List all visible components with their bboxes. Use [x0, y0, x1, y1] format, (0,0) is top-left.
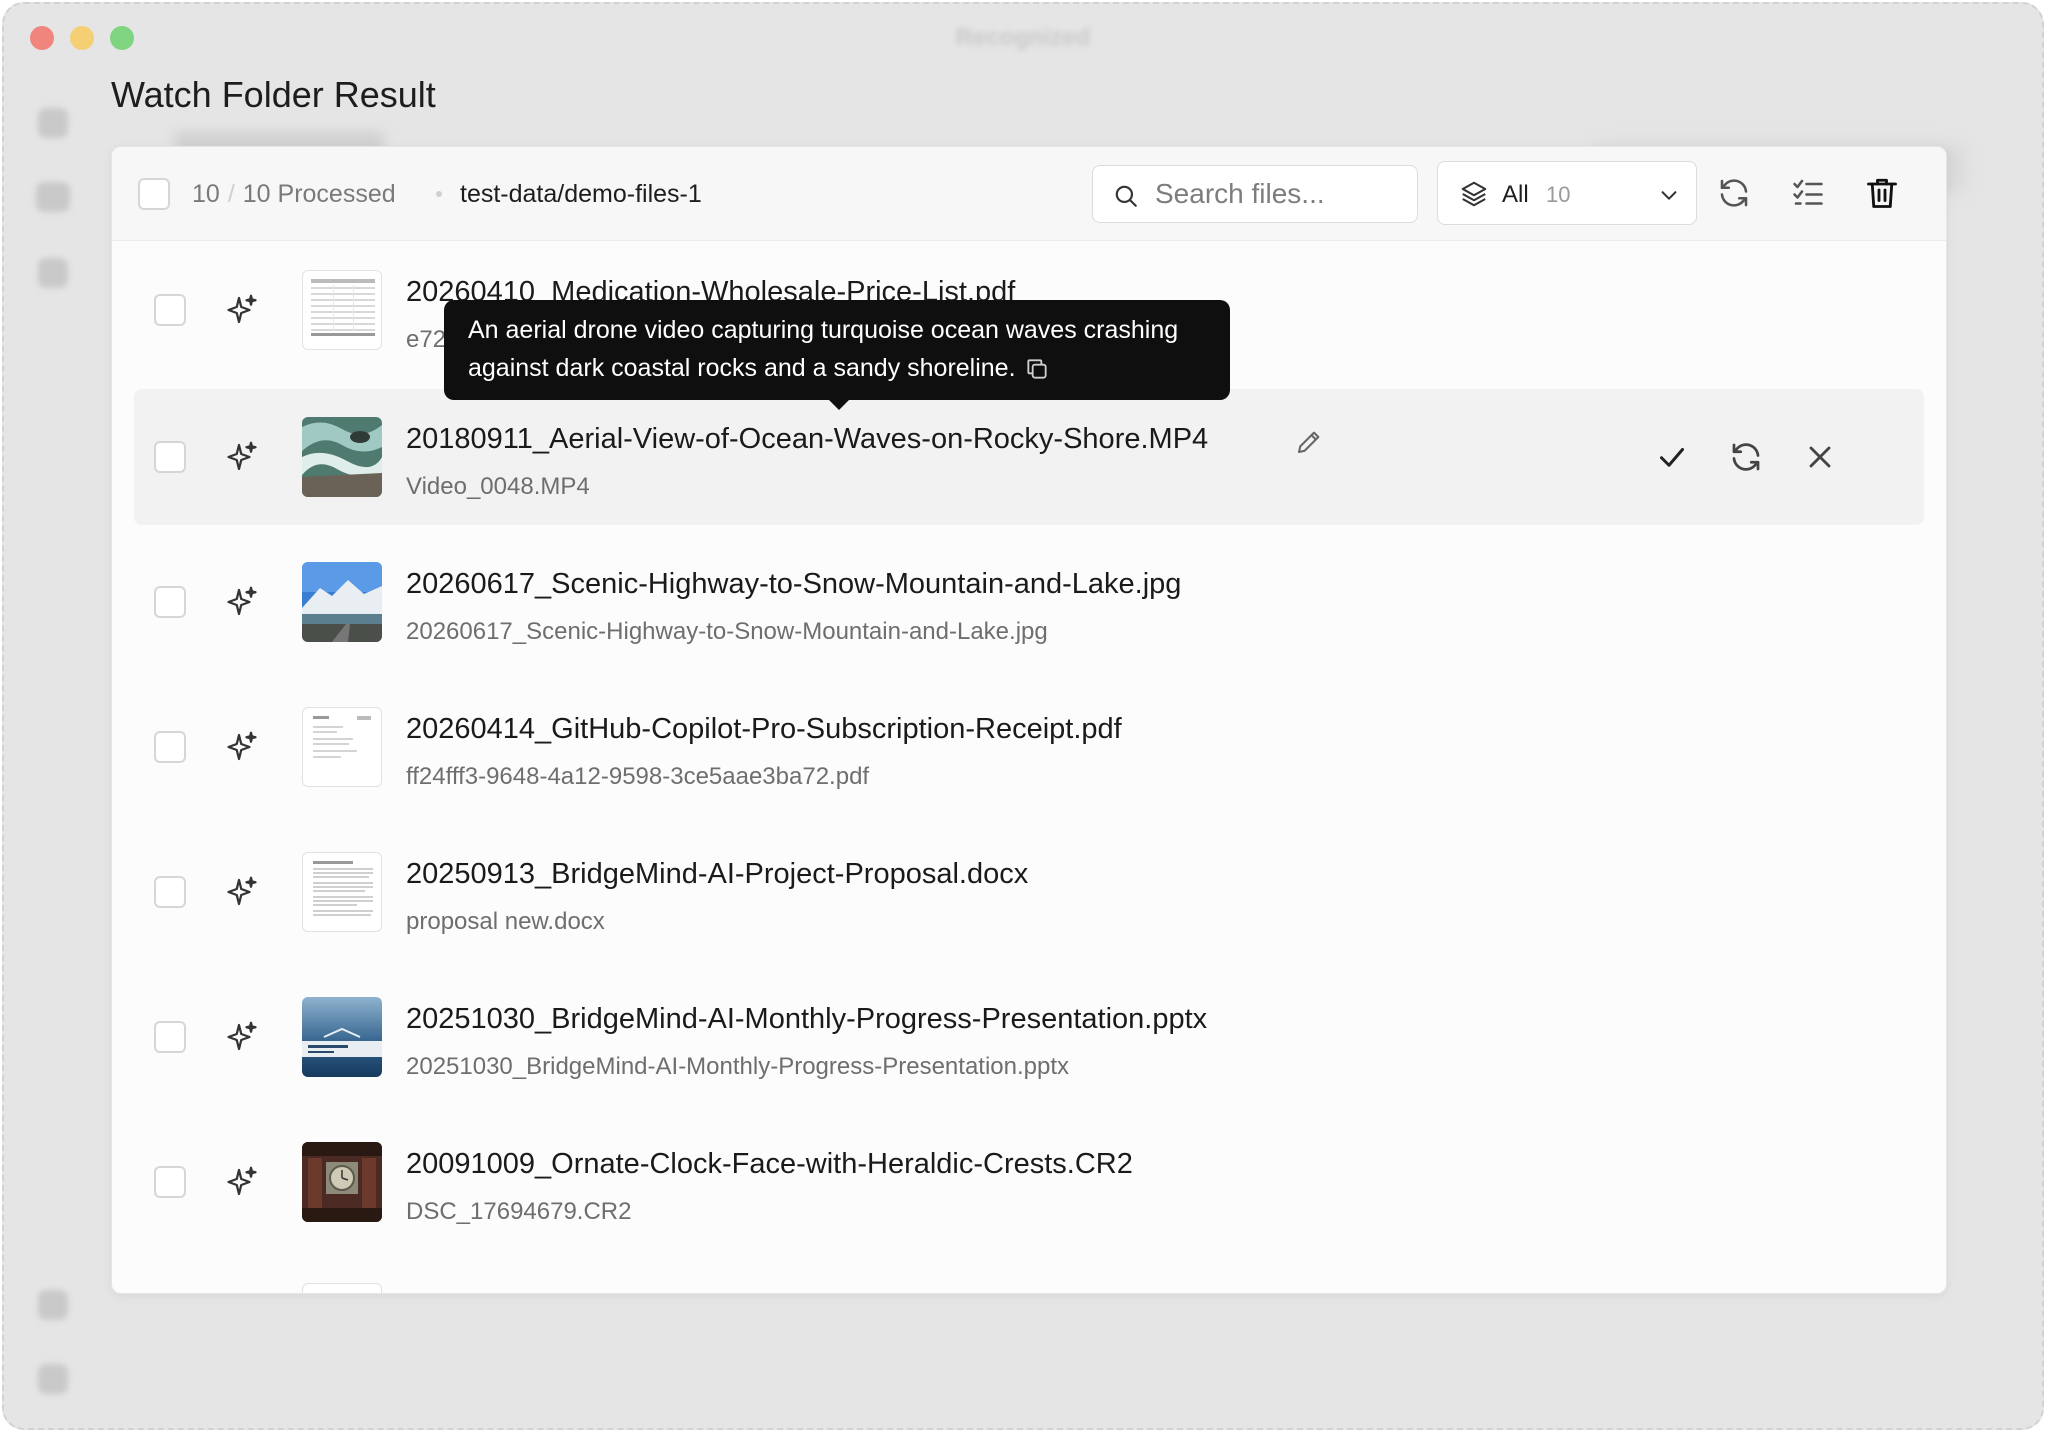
- app-window: Recognized Watch Folder Result 10/10 Pro…: [2, 2, 2044, 1430]
- separator-dot: [436, 191, 442, 197]
- next-row-thumbnail-peek: [302, 1283, 382, 1293]
- doc-text-thumbnail: [302, 852, 382, 932]
- file-name[interactable]: 20260414_GitHub-Copilot-Pro-Subscription…: [406, 713, 1122, 746]
- rail-box-icon[interactable]: [38, 258, 68, 288]
- sparkle-icon[interactable]: [224, 729, 260, 765]
- description-tooltip: An aerial drone video capturing turquois…: [444, 300, 1230, 400]
- sparkle-icon[interactable]: [224, 584, 260, 620]
- folder-path: test-data/demo-files-1: [460, 180, 702, 208]
- accept-icon[interactable]: [1654, 439, 1690, 475]
- row-checkbox[interactable]: [154, 586, 186, 618]
- tooltip-text: An aerial drone video capturing turquois…: [468, 316, 1179, 382]
- row-checkbox[interactable]: [154, 1166, 186, 1198]
- chevron-down-icon: [1661, 191, 1677, 200]
- layers-icon: [1461, 181, 1487, 207]
- sidebar-rail: [4, 68, 98, 1428]
- original-name: proposal new.docx: [406, 908, 605, 935]
- original-name: e72: [406, 326, 447, 353]
- ocean-thumbnail: [302, 417, 382, 497]
- doc-table-thumbnail: [302, 270, 382, 350]
- original-name: DSC_17694679.CR2: [406, 1198, 632, 1225]
- slide-thumbnail: [302, 997, 382, 1077]
- row-checkbox[interactable]: [154, 1021, 186, 1053]
- original-name: ff24fff3-9648-4a12-9598-3ce5aae3ba72.pdf: [406, 763, 870, 790]
- copy-icon[interactable]: [1024, 356, 1050, 382]
- pencil-icon[interactable]: [1294, 427, 1324, 457]
- sparkle-icon[interactable]: [224, 1019, 260, 1055]
- page-title: Watch Folder Result: [111, 74, 436, 115]
- sparkle-icon[interactable]: [224, 292, 260, 328]
- reject-icon[interactable]: [1802, 439, 1838, 475]
- filter-count: 10: [1546, 182, 1571, 207]
- select-all-checkbox[interactable]: [138, 178, 170, 210]
- refresh-icon[interactable]: [1716, 175, 1752, 211]
- file-name[interactable]: 20251030_BridgeMind-AI-Monthly-Progress-…: [406, 1003, 1207, 1036]
- file-row[interactable]: 20251030_BridgeMind-AI-Monthly-Progress-…: [134, 969, 1924, 1105]
- row-checkbox[interactable]: [154, 876, 186, 908]
- processed-count: 10: [192, 180, 220, 208]
- original-name: Video_0048.MP4: [406, 473, 590, 500]
- processed-total: 10 Processed: [242, 180, 396, 208]
- filter-select[interactable]: All 10: [1437, 161, 1697, 225]
- search-icon: [1115, 185, 1137, 207]
- tooltip-arrow: [827, 398, 851, 410]
- mountain-thumbnail: [302, 562, 382, 642]
- row-checkbox[interactable]: [154, 294, 186, 326]
- file-row[interactable]: 20260617_Scenic-Highway-to-Snow-Mountain…: [134, 534, 1924, 670]
- file-name[interactable]: 20180911_Aerial-View-of-Ocean-Waves-on-R…: [406, 423, 1208, 456]
- sparkle-icon[interactable]: [224, 1164, 260, 1200]
- receipt-thumbnail: [302, 707, 382, 787]
- file-name[interactable]: 20250913_BridgeMind-AI-Project-Proposal.…: [406, 858, 1028, 891]
- search-input[interactable]: [1155, 176, 1405, 212]
- window-title: Recognized: [955, 24, 1091, 51]
- processed-counter: 10/10 Processed: [192, 180, 396, 208]
- clock-thumbnail: [302, 1142, 382, 1222]
- file-row[interactable]: 20260414_GitHub-Copilot-Pro-Subscription…: [134, 679, 1924, 815]
- file-name[interactable]: 20091009_Ornate-Clock-Face-with-Heraldic…: [406, 1148, 1133, 1181]
- search-box[interactable]: [1092, 165, 1418, 223]
- row-checkbox[interactable]: [154, 441, 186, 473]
- rail-settings-icon[interactable]: [38, 1364, 68, 1394]
- sparkle-icon[interactable]: [224, 439, 260, 475]
- rail-search-icon[interactable]: [38, 1290, 68, 1320]
- file-row[interactable]: 20250913_BridgeMind-AI-Project-Proposal.…: [134, 824, 1924, 960]
- file-name[interactable]: 20260617_Scenic-Highway-to-Snow-Mountain…: [406, 568, 1181, 601]
- checklist-icon[interactable]: [1790, 175, 1826, 211]
- original-name: 20260617_Scenic-Highway-to-Snow-Mountain…: [406, 618, 1048, 645]
- sparkle-icon[interactable]: [224, 874, 260, 910]
- original-name: 20251030_BridgeMind-AI-Monthly-Progress-…: [406, 1053, 1070, 1080]
- filter-label: All: [1502, 181, 1529, 208]
- file-row-active[interactable]: 20180911_Aerial-View-of-Ocean-Waves-on-R…: [134, 389, 1924, 525]
- file-row[interactable]: 20091009_Ornate-Clock-Face-with-Heraldic…: [134, 1114, 1924, 1250]
- regenerate-icon[interactable]: [1728, 439, 1764, 475]
- title-bar: Recognized: [4, 4, 2042, 68]
- rail-link-icon[interactable]: [38, 108, 68, 138]
- results-toolbar: 10/10 Processed test-data/demo-files-1 A…: [112, 147, 1946, 241]
- trash-icon[interactable]: [1864, 175, 1900, 211]
- row-checkbox[interactable]: [154, 731, 186, 763]
- rail-folder-icon[interactable]: [36, 182, 70, 212]
